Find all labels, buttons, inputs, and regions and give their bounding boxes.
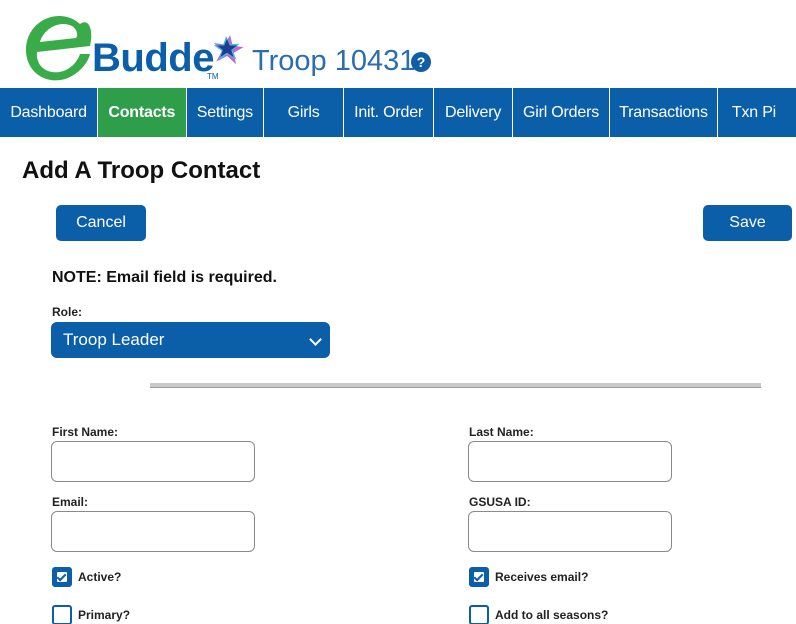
required-note: NOTE: Email field is required. xyxy=(52,269,277,286)
nav-tab-girl-orders[interactable]: Girl Orders xyxy=(513,88,611,137)
logo-text: Budde xyxy=(92,36,214,80)
cancel-button[interactable]: Cancel xyxy=(56,205,146,241)
nav-tab-delivery[interactable]: Delivery xyxy=(434,88,513,137)
troop-title: Troop 10431 xyxy=(252,45,416,77)
ebudde-logo[interactable]: Budde TM xyxy=(20,10,244,86)
nav-tab-settings[interactable]: Settings xyxy=(187,88,265,137)
chevron-down-icon xyxy=(309,333,322,346)
first-name-label: First Name: xyxy=(52,425,119,439)
add-to-all-seasons-label: Add to all seasons? xyxy=(495,608,609,622)
email-label: Email: xyxy=(52,495,89,509)
active-checkbox-row: Active? xyxy=(52,567,121,587)
nav-tab-dashboard[interactable]: Dashboard xyxy=(0,88,99,137)
receives-email-checkbox-row: Receives email? xyxy=(469,567,588,587)
page-title: Add A Troop Contact xyxy=(22,157,261,184)
active-label: Active? xyxy=(78,570,122,584)
header: Budde TM Troop 10431 ? xyxy=(0,0,796,88)
first-name-field[interactable] xyxy=(51,441,255,482)
email-field[interactable] xyxy=(51,511,255,552)
role-selected-value: Troop Leader xyxy=(63,330,165,349)
nav-tab-txn-pickups[interactable]: Txn Pi xyxy=(718,88,796,137)
star-icon xyxy=(213,35,244,65)
nav-tab-transactions[interactable]: Transactions xyxy=(610,88,718,137)
receives-email-checkbox[interactable] xyxy=(469,567,489,587)
save-button[interactable]: Save xyxy=(703,205,792,241)
role-select[interactable]: Troop Leader xyxy=(51,322,330,358)
last-name-field[interactable] xyxy=(468,441,672,482)
checkmark-icon xyxy=(473,571,484,582)
primary-checkbox-row: Primary? xyxy=(52,605,130,624)
gsusa-id-label: GSUSA ID: xyxy=(469,495,531,509)
add-to-all-seasons-checkbox-row: Add to all seasons? xyxy=(469,605,608,624)
logo-trademark: TM xyxy=(207,72,219,81)
section-divider xyxy=(150,383,761,388)
active-checkbox[interactable] xyxy=(52,567,72,587)
add-to-all-seasons-checkbox[interactable] xyxy=(469,605,489,624)
main-nav: Dashboard Contacts Settings Girls Init. … xyxy=(0,88,796,137)
role-label: Role: xyxy=(52,305,82,319)
gsusa-id-field[interactable] xyxy=(468,511,672,552)
logo-e-icon xyxy=(26,16,92,81)
nav-tab-contacts[interactable]: Contacts xyxy=(98,88,187,137)
nav-tab-init-order[interactable]: Init. Order xyxy=(344,88,435,137)
checkmark-icon xyxy=(56,571,67,582)
nav-tab-girls[interactable]: Girls xyxy=(264,88,344,137)
receives-email-label: Receives email? xyxy=(495,570,589,584)
primary-checkbox[interactable] xyxy=(52,605,72,624)
last-name-label: Last Name: xyxy=(469,425,534,439)
primary-label: Primary? xyxy=(78,608,131,622)
help-icon[interactable]: ? xyxy=(411,52,431,72)
